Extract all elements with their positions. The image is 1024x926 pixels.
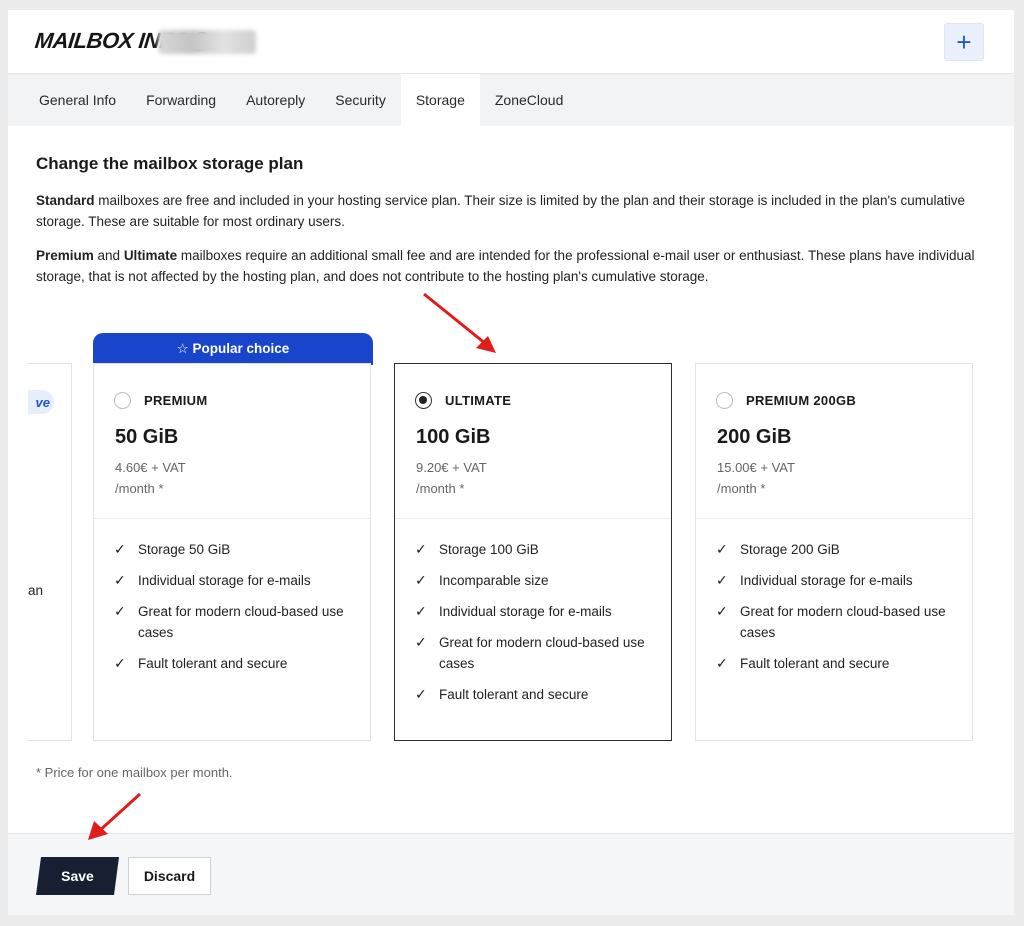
feature-item: ✓ Individual storage for e-mails <box>415 601 651 622</box>
plan-cards: ve an ☆ Popular choice PREMIUM 50 GiB 4.… <box>28 333 988 755</box>
plan-price: 4.60€ + VAT /month * <box>115 457 186 499</box>
check-icon: ✓ <box>114 655 126 671</box>
check-icon: ✓ <box>716 572 728 588</box>
ultimate-label: Ultimate <box>123 248 178 263</box>
feature-list: ✓ Storage 50 GiB ✓ Individual storage for … <box>94 519 370 674</box>
annotation-arrow-icon <box>423 292 496 353</box>
discard-button[interactable]: Discard <box>128 857 211 895</box>
add-button[interactable]: + <box>944 23 984 61</box>
check-icon: ✓ <box>114 572 126 588</box>
premium-description: Premium and Ultimate mailboxes require a… <box>36 245 986 287</box>
section-title: Change the mailbox storage plan <box>36 154 304 173</box>
feature-item: ✓ Fault tolerant and secure <box>716 653 952 674</box>
feature-item: ✓ Individual storage for e-mails <box>716 570 952 591</box>
feature-item: ✓ Incomparable size <box>415 570 651 591</box>
check-icon: ✓ <box>114 541 126 557</box>
standard-description: Standard mailboxes are free and included… <box>36 190 986 232</box>
tab-security[interactable]: Security <box>320 74 401 126</box>
price-period: /month * <box>717 481 766 496</box>
check-icon: ✓ <box>415 686 427 702</box>
feature-item: ✓ Storage 100 GiB <box>415 539 651 560</box>
standard-text: mailboxes are free and included in your … <box>36 193 966 229</box>
feature-text: Fault tolerant and secure <box>439 687 589 702</box>
feature-text: Fault tolerant and secure <box>138 656 288 671</box>
panel-header: MAILBOX INFO@ + <box>8 10 1014 74</box>
plan-radio-premium[interactable] <box>114 392 131 409</box>
price-amount: 4.60€ + VAT <box>115 460 186 475</box>
partial-feature: an <box>28 583 44 598</box>
price-amount: 15.00€ + VAT <box>717 460 795 475</box>
feature-item: ✓ Fault tolerant and secure <box>114 653 350 674</box>
plan-radio-premium-200gb[interactable] <box>716 392 733 409</box>
plus-icon: + <box>956 27 972 57</box>
plan-size: 100 GiB <box>416 426 491 448</box>
feature-item: ✓ Great for modern cloud-based use cases <box>114 601 350 643</box>
plan-price: 9.20€ + VAT /month * <box>416 457 487 499</box>
check-icon: ✓ <box>415 634 427 650</box>
save-button[interactable]: Save <box>36 857 119 895</box>
popular-choice-badge: ☆ Popular choice <box>93 333 373 365</box>
feature-text: Individual storage for e-mails <box>740 573 913 588</box>
feature-text: Individual storage for e-mails <box>138 573 311 588</box>
plan-size: 200 GiB <box>717 426 792 448</box>
check-icon: ✓ <box>415 541 427 557</box>
plan-size: 50 GiB <box>115 426 179 448</box>
storage-content: Change the mailbox storage plan Standard… <box>8 126 1014 287</box>
price-footnote: * Price for one mailbox per month. <box>36 765 233 780</box>
check-icon: ✓ <box>114 603 126 619</box>
standard-label: Standard <box>36 193 95 208</box>
tab-zonecloud[interactable]: ZoneCloud <box>480 74 579 126</box>
feature-text: Incomparable size <box>439 573 549 588</box>
feature-text: Storage 100 GiB <box>439 542 539 557</box>
feature-list: ✓ Storage 100 GiB ✓ Incomparable size ✓ Ind… <box>395 519 671 705</box>
check-icon: ✓ <box>716 655 728 671</box>
premium-text: mailboxes require an additional small fe… <box>36 248 975 284</box>
plan-name: PREMIUM <box>144 393 208 408</box>
plan-card-premium-200gb[interactable]: PREMIUM 200GB 200 GiB 15.00€ + VAT /mont… <box>695 363 973 741</box>
feature-text: Great for modern cloud-based use cases <box>138 604 344 640</box>
and-text: and <box>93 248 124 263</box>
check-icon: ✓ <box>415 603 427 619</box>
plan-card-header: PREMIUM 200GB 200 GiB 15.00€ + VAT /mont… <box>696 364 972 519</box>
tab-autoreply[interactable]: Autoreply <box>231 74 320 126</box>
plan-radio-ultimate[interactable] <box>415 392 432 409</box>
feature-text: Individual storage for e-mails <box>439 604 612 619</box>
plan-card-partial[interactable]: ve an <box>28 363 72 741</box>
plan-card-header: ULTIMATE 100 GiB 9.20€ + VAT /month * <box>395 364 671 519</box>
tab-forwarding[interactable]: Forwarding <box>131 74 231 126</box>
plan-card-header: PREMIUM 50 GiB 4.60€ + VAT /month * <box>94 364 370 519</box>
tab-storage[interactable]: Storage <box>400 74 480 126</box>
plan-price: 15.00€ + VAT /month * <box>717 457 795 499</box>
annotation-arrow-icon <box>88 792 142 840</box>
check-icon: ✓ <box>716 603 728 619</box>
plan-card-ultimate[interactable]: ULTIMATE 100 GiB 9.20€ + VAT /month * ✓ S… <box>394 363 672 741</box>
feature-item: ✓ Storage 50 GiB <box>114 539 350 560</box>
feature-item: ✓ Great for modern cloud-based use cases <box>415 632 651 674</box>
tab-bar: General Info Forwarding Autoreply Securi… <box>8 74 1014 126</box>
feature-item: ✓ Fault tolerant and secure <box>415 684 651 705</box>
partial-pill: ve <box>28 390 54 414</box>
check-icon: ✓ <box>716 541 728 557</box>
feature-text: Great for modern cloud-based use cases <box>439 635 645 671</box>
plan-name: ULTIMATE <box>445 393 512 408</box>
check-icon: ✓ <box>415 572 427 588</box>
plan-card-premium[interactable]: PREMIUM 50 GiB 4.60€ + VAT /month * ✓ Sto… <box>93 363 371 741</box>
price-period: /month * <box>115 481 164 496</box>
feature-text: Fault tolerant and secure <box>740 656 890 671</box>
price-amount: 9.20€ + VAT <box>416 460 487 475</box>
feature-text: Storage 200 GiB <box>740 542 840 557</box>
plan-name: PREMIUM 200GB <box>746 393 857 408</box>
action-footer: Save Discard <box>8 833 1014 915</box>
tab-general-info[interactable]: General Info <box>24 74 131 126</box>
feature-text: Great for modern cloud-based use cases <box>740 604 946 640</box>
premium-label: Premium <box>36 248 94 263</box>
feature-list: ✓ Storage 200 GiB ✓ Individual storage for… <box>696 519 972 674</box>
feature-item: ✓ Individual storage for e-mails <box>114 570 350 591</box>
feature-item: ✓ Storage 200 GiB <box>716 539 952 560</box>
feature-text: Storage 50 GiB <box>138 542 231 557</box>
redacted-address <box>158 30 256 54</box>
feature-item: ✓ Great for modern cloud-based use cases <box>716 601 952 643</box>
price-period: /month * <box>416 481 465 496</box>
